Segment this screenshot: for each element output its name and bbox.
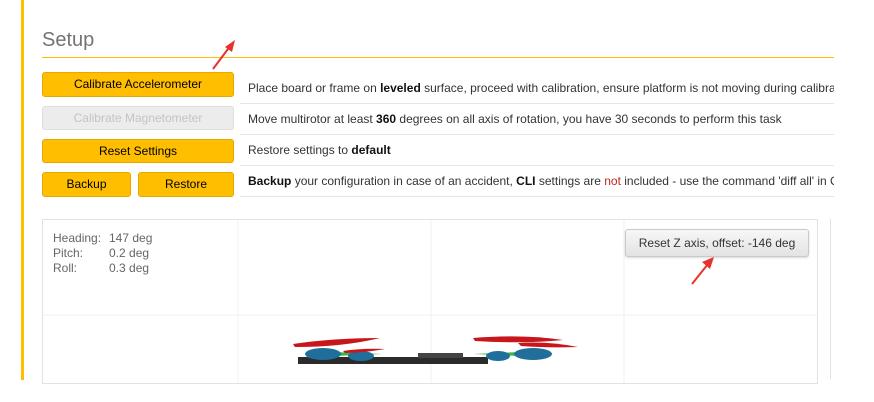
viewer-side-divider <box>830 219 835 379</box>
backup-button[interactable]: Backup <box>42 172 131 197</box>
reset-description: Restore settings to default <box>240 135 834 166</box>
accelerometer-desc-post: surface, proceed with calibration, ensur… <box>420 81 834 95</box>
calibrate-accelerometer-button[interactable]: Calibrate Accelerometer <box>42 72 234 97</box>
calibrate-magnetometer-button[interactable]: Calibrate Magnetometer <box>42 106 234 130</box>
backup-desc-not: not <box>604 174 621 188</box>
page-title: Setup <box>42 29 95 51</box>
prop-left-front <box>293 338 380 347</box>
arrow-annotation-icon <box>212 40 235 70</box>
backup-desc-bold: Backup <box>248 174 292 188</box>
left-accent-bar <box>21 0 24 380</box>
reset-desc-pre: Restore settings to <box>248 143 352 157</box>
backup-desc-mid2: settings are <box>535 174 605 188</box>
reset-settings-button[interactable]: Reset Settings <box>42 139 234 163</box>
motor-right-front <box>514 348 552 360</box>
motor-right-rear <box>486 351 510 361</box>
backup-desc-post: included - use the command 'diff all' in… <box>620 174 834 188</box>
title-underline <box>42 57 834 58</box>
accelerometer-desc-pre: Place board or frame on <box>248 81 381 95</box>
arrow-annotation-icon <box>691 257 714 285</box>
backup-desc-cli: CLI <box>516 174 536 188</box>
magnetometer-description: Move multirotor at least 360 degrees on … <box>240 104 834 135</box>
frame-stack <box>418 353 463 358</box>
quadcopter-model <box>293 336 578 364</box>
reset-desc-bold: default <box>351 143 391 157</box>
model-viewer[interactable]: Heading: 147 deg Pitch: 0.2 deg Roll: 0.3 d… <box>42 219 818 384</box>
prop-right-rear <box>518 342 578 348</box>
backup-description: Backup your configuration in case of an … <box>240 166 834 197</box>
restore-button[interactable]: Restore <box>138 172 234 197</box>
motor-left-front <box>305 348 341 360</box>
accelerometer-desc-bold: leveled <box>380 81 421 95</box>
magnetometer-desc-bold: 360 <box>376 112 397 126</box>
magnetometer-desc-post: degrees on all axis of rotation, you hav… <box>396 112 782 126</box>
backup-desc-mid1: your configuration in case of an acciden… <box>291 174 517 188</box>
magnetometer-desc-pre: Move multirotor at least <box>248 112 377 126</box>
accelerometer-description: Place board or frame on leveled surface,… <box>240 73 834 104</box>
prop-right-front <box>473 336 563 343</box>
